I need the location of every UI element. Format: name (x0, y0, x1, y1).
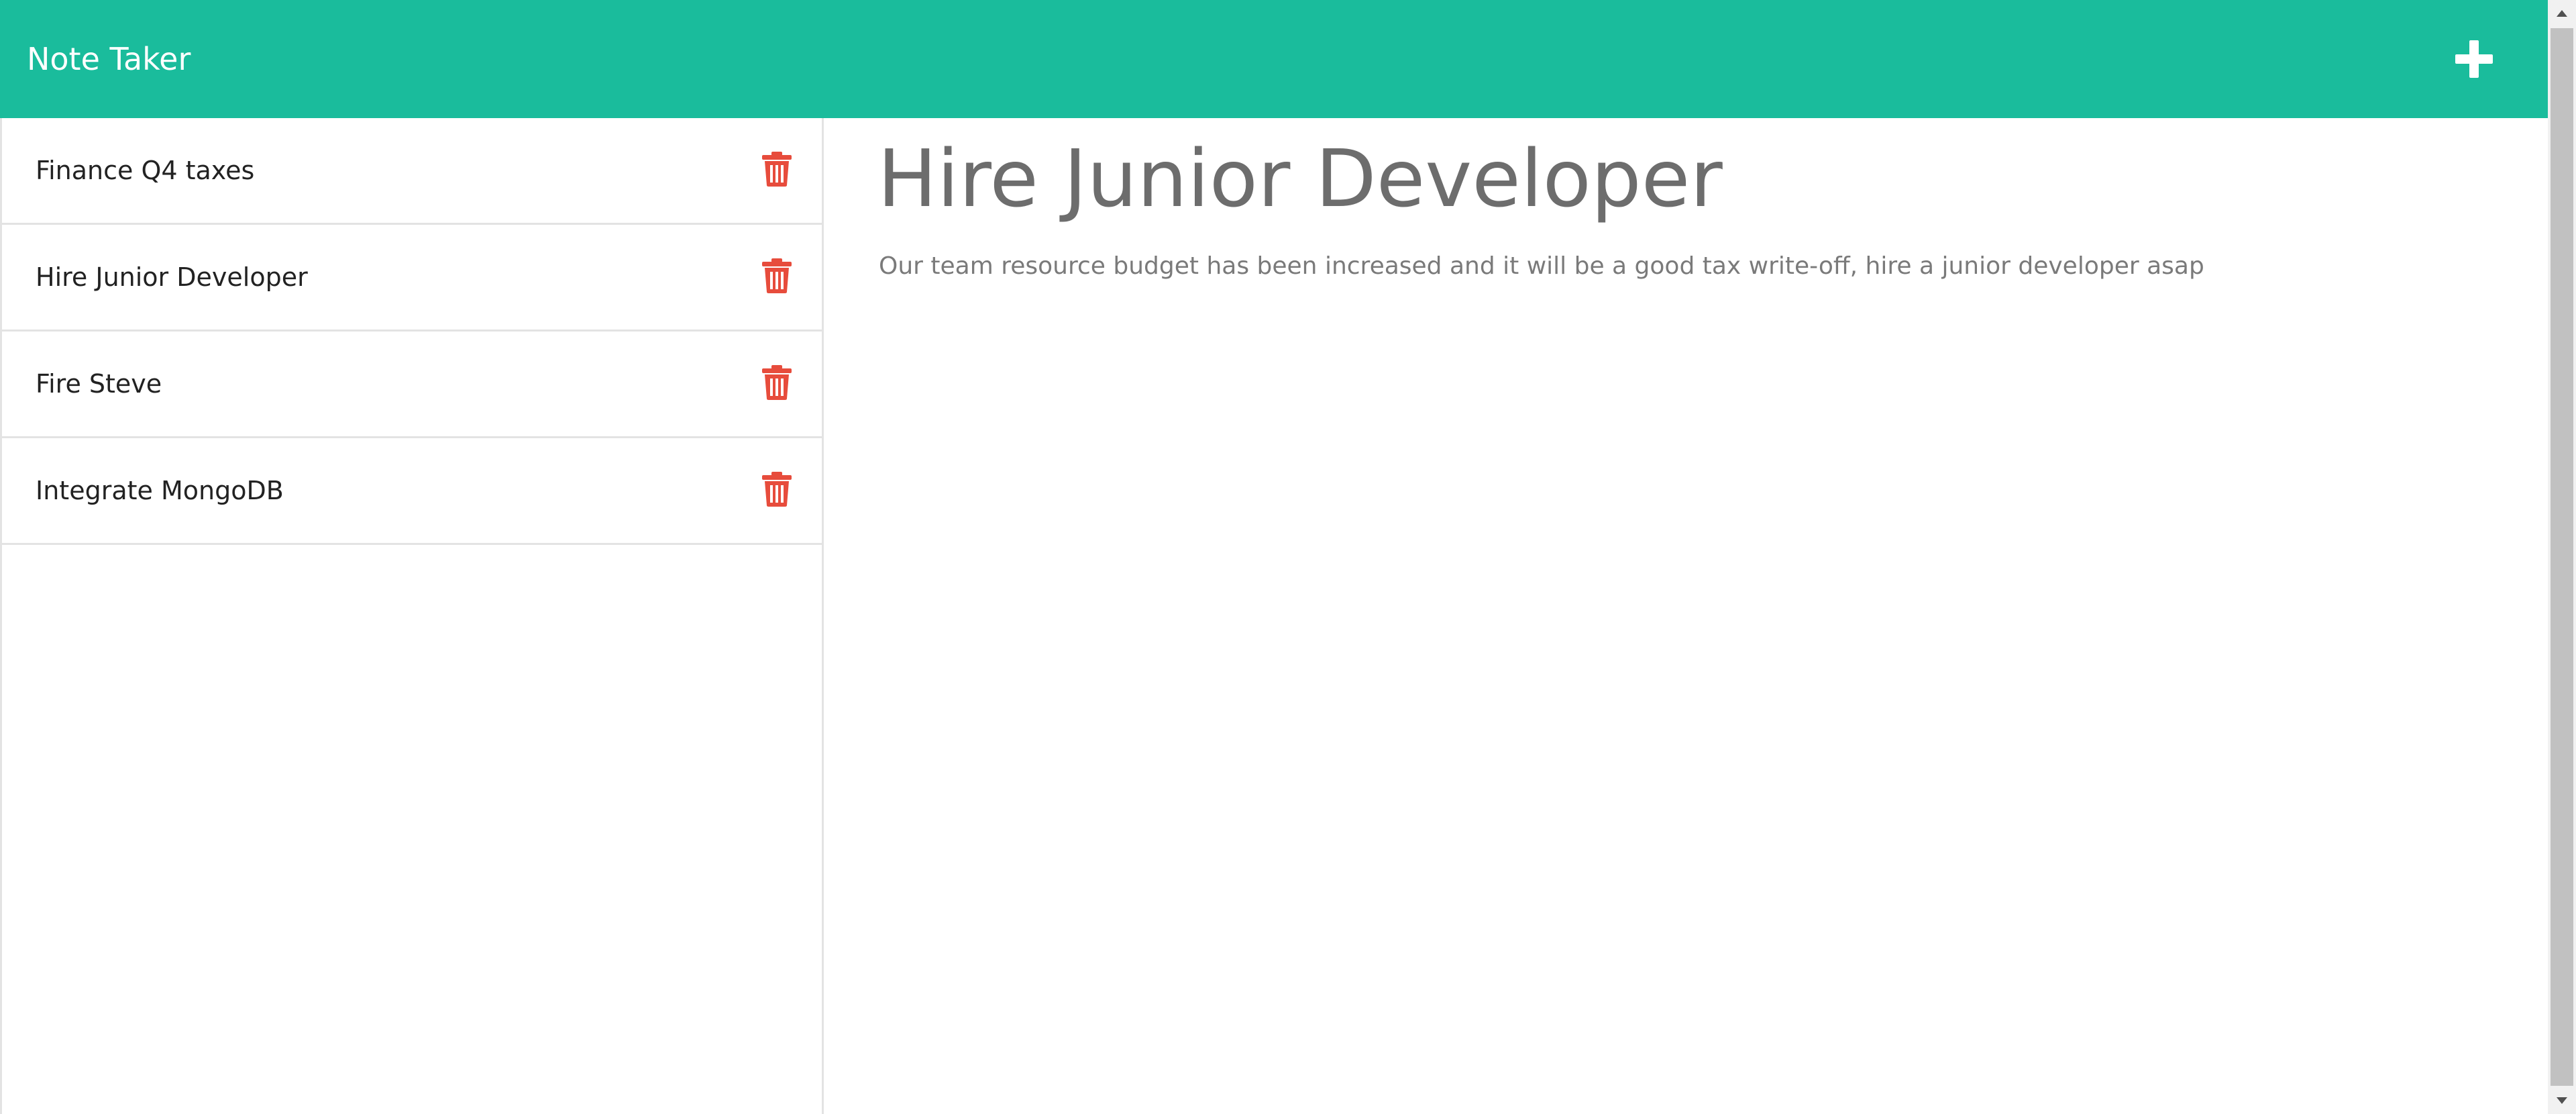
note-list-item-title[interactable]: Fire Steve (36, 332, 162, 436)
list-item[interactable]: Hire Junior Developer (2, 225, 822, 332)
note-text-textarea[interactable]: Our team resource budget has been increa… (879, 252, 2204, 280)
trash-icon (762, 258, 792, 293)
new-note-button[interactable] (2451, 36, 2497, 82)
trash-icon (762, 365, 792, 400)
note-list-item-title[interactable]: Finance Q4 taxes (36, 118, 254, 223)
list-item[interactable]: Fire Steve (2, 332, 822, 438)
delete-note-button[interactable] (762, 152, 792, 187)
delete-note-button[interactable] (762, 472, 792, 507)
note-taker-app: Note Taker Finance Q4 taxes Hire Junior … (0, 0, 2576, 1114)
scroll-up-button[interactable] (2548, 0, 2576, 27)
vertical-scrollbar[interactable] (2548, 0, 2576, 1114)
navbar: Note Taker (0, 0, 2548, 118)
scroll-down-button[interactable] (2548, 1087, 2576, 1114)
note-title-input[interactable]: Hire Junior Developer (877, 132, 1723, 227)
app-title[interactable]: Note Taker (27, 0, 191, 118)
arrow-down-icon (2548, 1087, 2576, 1114)
note-list-item-title[interactable]: Hire Junior Developer (36, 225, 308, 330)
note-editor: Hire Junior Developer Our team resource … (825, 118, 2548, 1114)
plus-icon (2451, 36, 2497, 82)
scrollbar-thumb[interactable] (2551, 28, 2573, 1086)
list-item[interactable]: Finance Q4 taxes (2, 118, 822, 225)
trash-icon (762, 152, 792, 187)
note-list: Finance Q4 taxes Hire Junior Developer F… (0, 118, 824, 1114)
delete-note-button[interactable] (762, 365, 792, 400)
arrow-up-icon (2548, 0, 2576, 27)
trash-icon (762, 472, 792, 507)
delete-note-button[interactable] (762, 258, 792, 293)
list-item[interactable]: Integrate MongoDB (2, 438, 822, 545)
note-list-item-title[interactable]: Integrate MongoDB (36, 438, 284, 543)
